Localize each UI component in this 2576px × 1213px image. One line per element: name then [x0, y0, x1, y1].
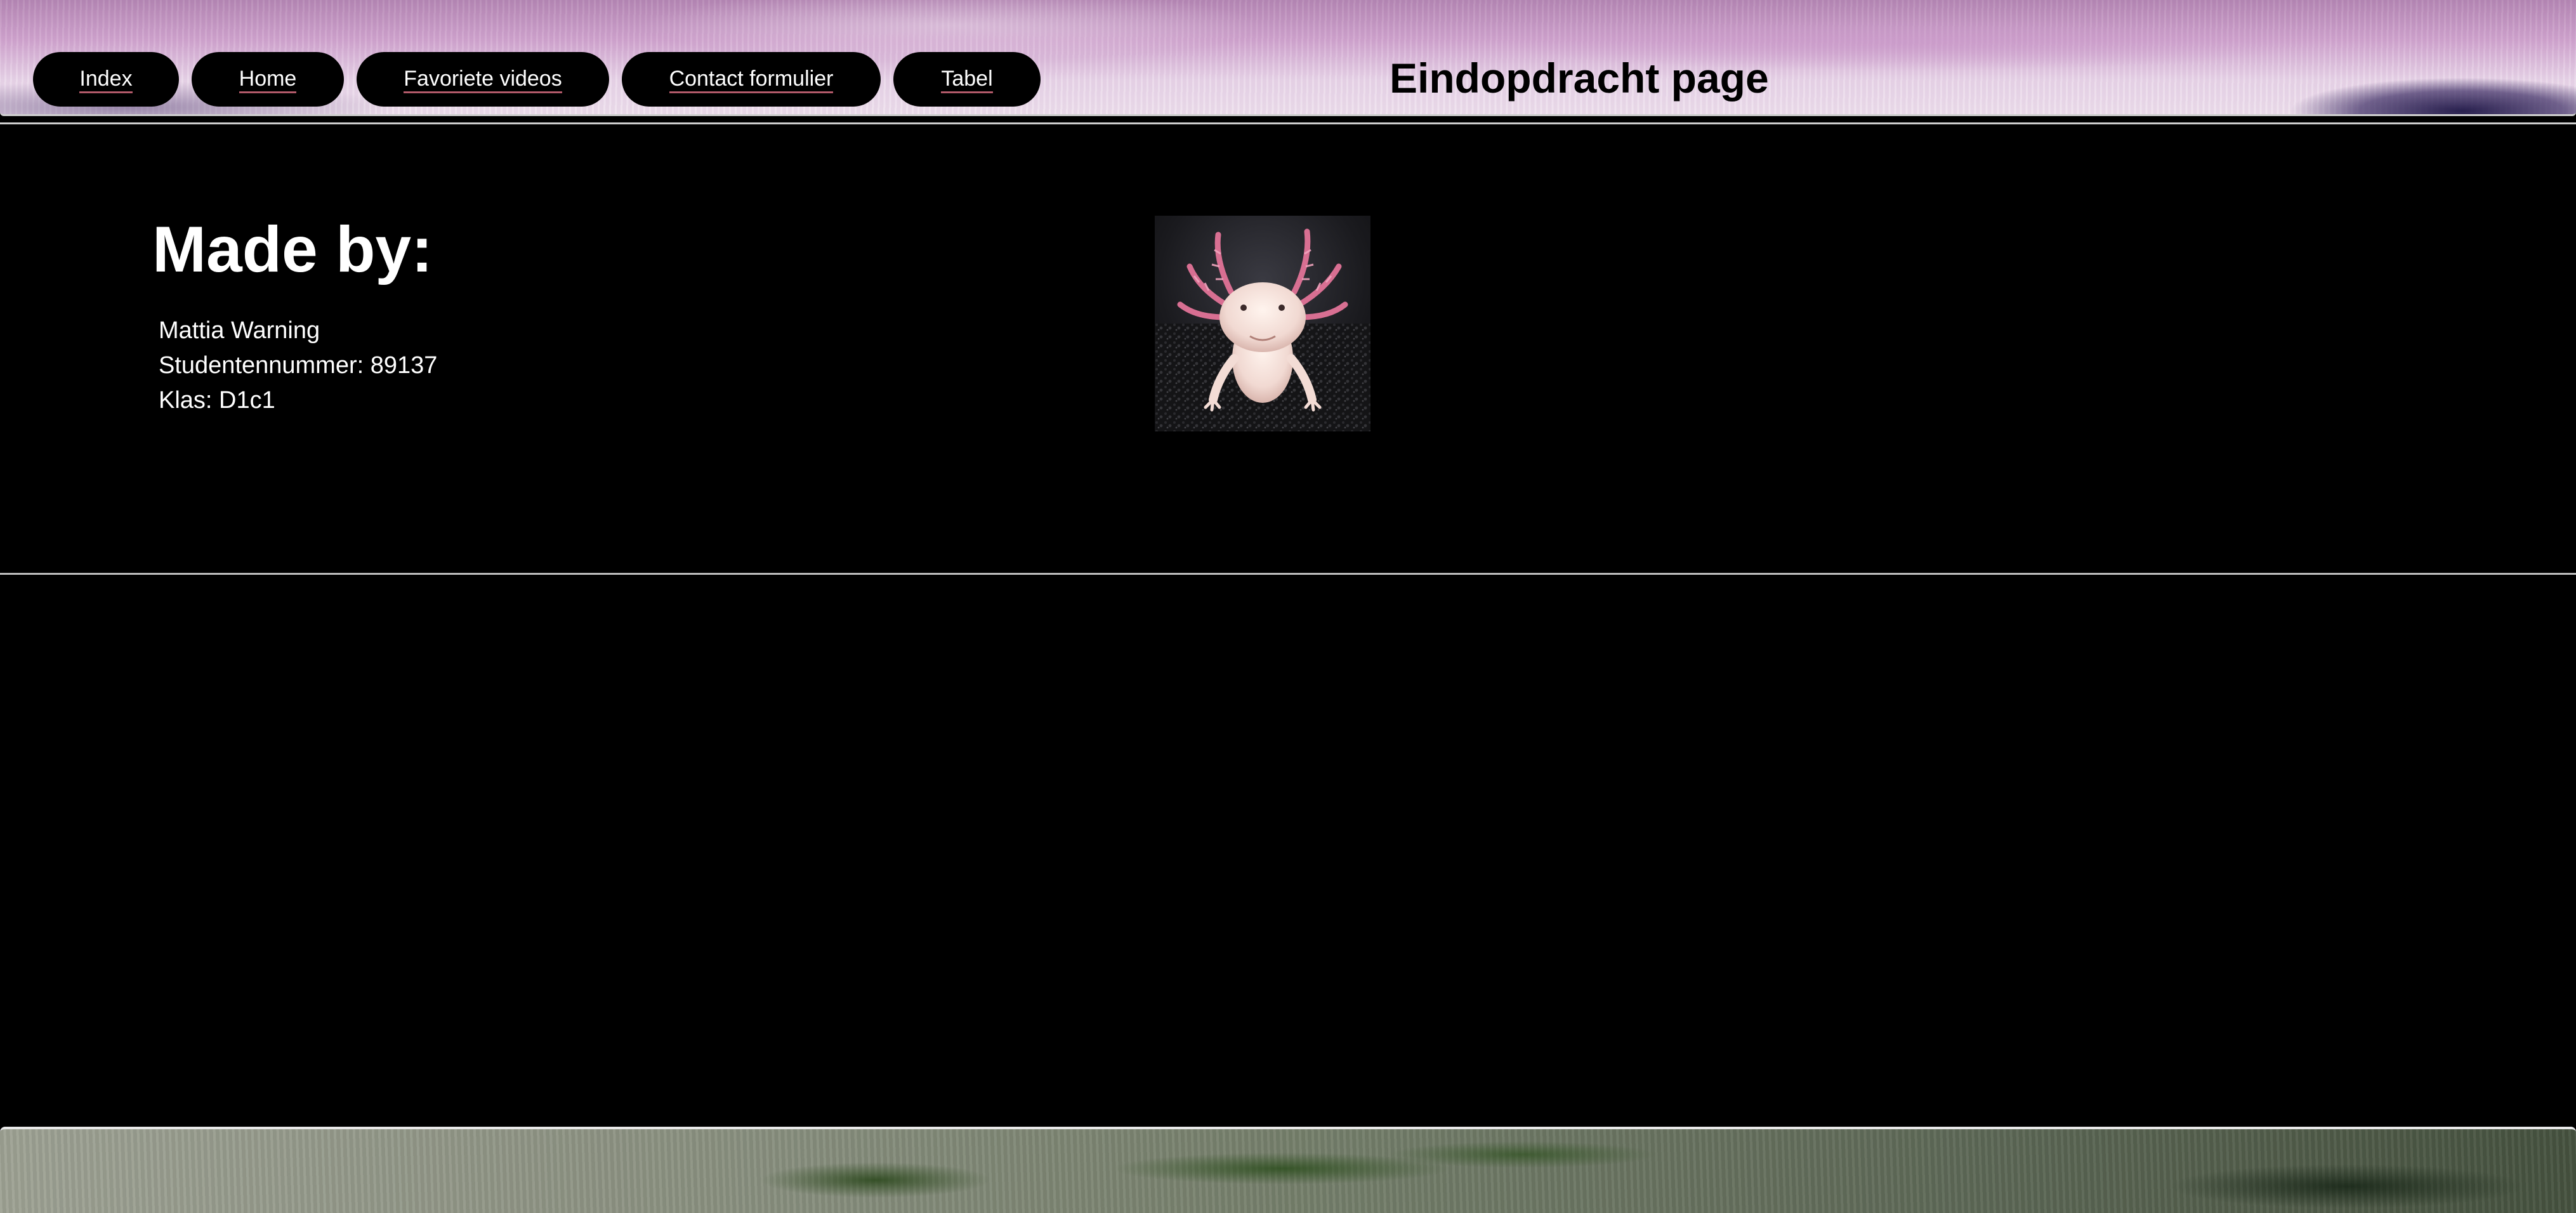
nav-link-favoriete-videos[interactable]: Favoriete videos	[357, 52, 609, 107]
class-name: Klas: D1c1	[159, 387, 275, 414]
author-name: Mattia Warning	[159, 317, 320, 344]
main-nav: Index Home Favoriete videos Contact form…	[33, 52, 1041, 107]
about-section: Made by: Mattia Warning Studentennummer:…	[0, 126, 2576, 575]
nav-link-home[interactable]: Home	[192, 52, 344, 107]
nav-link-contact-formulier[interactable]: Contact formulier	[622, 52, 881, 107]
nav-link-tabel-label: Tabel	[941, 66, 993, 93]
page-footer	[0, 1127, 2576, 1213]
page-title: Eindopdracht page	[1390, 55, 1769, 102]
made-by-heading: Made by:	[152, 213, 433, 285]
nav-link-tabel[interactable]: Tabel	[893, 52, 1041, 107]
empty-content-area	[0, 575, 2576, 1127]
nav-link-index[interactable]: Index	[33, 52, 179, 107]
author-info: Mattia Warning Studentennummer: 89137 Kl…	[159, 313, 437, 418]
axolotl-image	[1155, 216, 1370, 431]
header-divider	[0, 122, 2576, 124]
nav-link-home-label: Home	[239, 66, 297, 93]
nav-link-index-label: Index	[79, 66, 133, 93]
page-header: Index Home Favoriete videos Contact form…	[0, 0, 2576, 116]
nav-link-favoriete-videos-label: Favoriete videos	[404, 66, 562, 93]
nav-link-contact-formulier-label: Contact formulier	[669, 66, 834, 93]
student-number: Studentennummer: 89137	[159, 352, 438, 379]
